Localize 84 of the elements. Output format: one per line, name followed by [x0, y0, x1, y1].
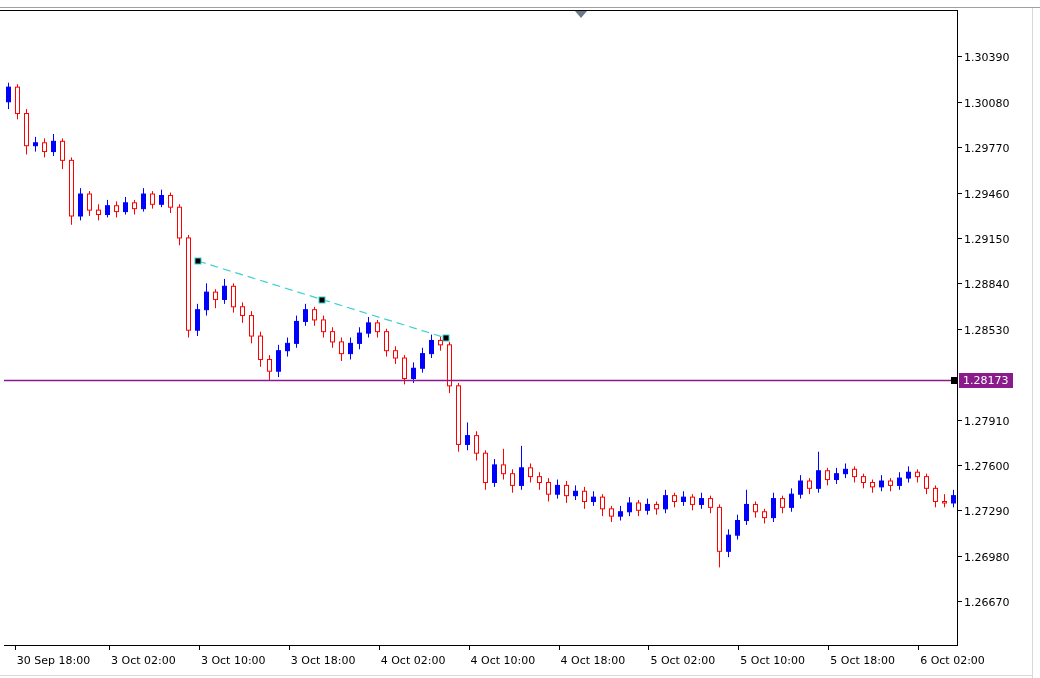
time-axis-label: 6 Oct 02:00 [920, 654, 985, 667]
candlestick [735, 514, 740, 541]
time-axis-label: 30 Sep 18:00 [16, 654, 91, 667]
candlestick [429, 334, 434, 359]
candlestick [546, 477, 551, 503]
candlestick [771, 492, 776, 523]
candlestick [663, 489, 668, 514]
time-axis-label: 5 Oct 18:00 [830, 654, 895, 667]
candlestick [582, 486, 587, 510]
price-axis-label: 1.29460 [964, 187, 1010, 201]
candlestick [600, 493, 605, 517]
candlestick [87, 190, 92, 217]
price-axis-label: 1.28530 [964, 323, 1010, 337]
candlestick [267, 354, 272, 381]
candlestick [474, 430, 479, 462]
price-axis-label: 1.26980 [964, 550, 1010, 564]
candlestick [141, 187, 146, 213]
candlestick [528, 462, 533, 483]
candlestick [402, 354, 407, 385]
candlestick [294, 315, 299, 349]
candlestick [222, 278, 227, 305]
candlestick [276, 344, 281, 378]
candlestick [933, 484, 938, 508]
candlestick [744, 489, 749, 526]
candlestick [240, 301, 245, 324]
candlestick [303, 303, 308, 327]
candlestick [51, 133, 56, 157]
price-axis-label: 1.30390 [964, 50, 1010, 64]
time-axis-label: 5 Oct 02:00 [650, 654, 716, 667]
time-axis-label: 3 Oct 02:00 [111, 654, 176, 667]
candlestick [924, 473, 929, 495]
price-axis-label: 1.27290 [964, 504, 1010, 518]
candlestick [195, 303, 200, 337]
candlestick [249, 310, 254, 344]
candlestick [492, 458, 497, 488]
candlestick [60, 137, 65, 170]
price-axis-label: 1.29150 [964, 232, 1010, 246]
candlestick [348, 337, 353, 360]
candlestick [6, 82, 11, 110]
price-axis-label: 1.27600 [964, 459, 1010, 473]
candlestick [555, 479, 560, 500]
candlestick [384, 328, 389, 358]
candlestick [627, 496, 632, 517]
candlestick [285, 337, 290, 358]
price-line[interactable] [3, 379, 952, 382]
time-axis-label: 3 Oct 18:00 [290, 654, 356, 667]
candlestick [564, 480, 569, 504]
candlestick [168, 192, 173, 214]
candlestick [726, 528, 731, 558]
candlestick [321, 315, 326, 339]
candlestick [204, 282, 209, 317]
candlestick [510, 468, 515, 494]
candlestick [465, 421, 470, 451]
shift-marker-icon[interactable] [575, 11, 587, 18]
candlestick [312, 306, 317, 327]
time-axis-label: 3 Oct 10:00 [200, 654, 266, 667]
price-tag: 1.28173 [959, 372, 1013, 388]
price-axis-label: 1.28840 [964, 277, 1010, 291]
candlestick [501, 448, 506, 481]
price-axis-label: 1.26670 [964, 595, 1010, 609]
candlestick [411, 361, 416, 384]
candlestick [420, 347, 425, 374]
time-axis-label: 4 Oct 18:00 [560, 654, 626, 667]
time-axis-label: 5 Oct 10:00 [740, 654, 806, 667]
candlestick [258, 331, 263, 368]
candlestick [366, 316, 371, 339]
candlestick [339, 337, 344, 362]
candlestick [789, 487, 794, 513]
candlestick [231, 282, 236, 314]
price-axis-label: 1.30080 [964, 96, 1010, 110]
price-axis-label: 1.29770 [964, 141, 1010, 155]
candlestick [42, 137, 47, 158]
candlestick [213, 288, 218, 309]
candlestick [519, 445, 524, 491]
price-axis-label: 1.27910 [964, 414, 1010, 428]
candlestick [798, 474, 803, 500]
candlestick [357, 326, 362, 350]
price-handle-icon[interactable] [951, 377, 958, 384]
time-axis-label: 4 Oct 02:00 [380, 654, 446, 667]
candlestick [78, 187, 83, 221]
time-axis-label: 4 Oct 10:00 [470, 654, 536, 667]
candlestick [816, 451, 821, 494]
trend-line[interactable] [194, 257, 450, 342]
candlestick [330, 326, 335, 349]
